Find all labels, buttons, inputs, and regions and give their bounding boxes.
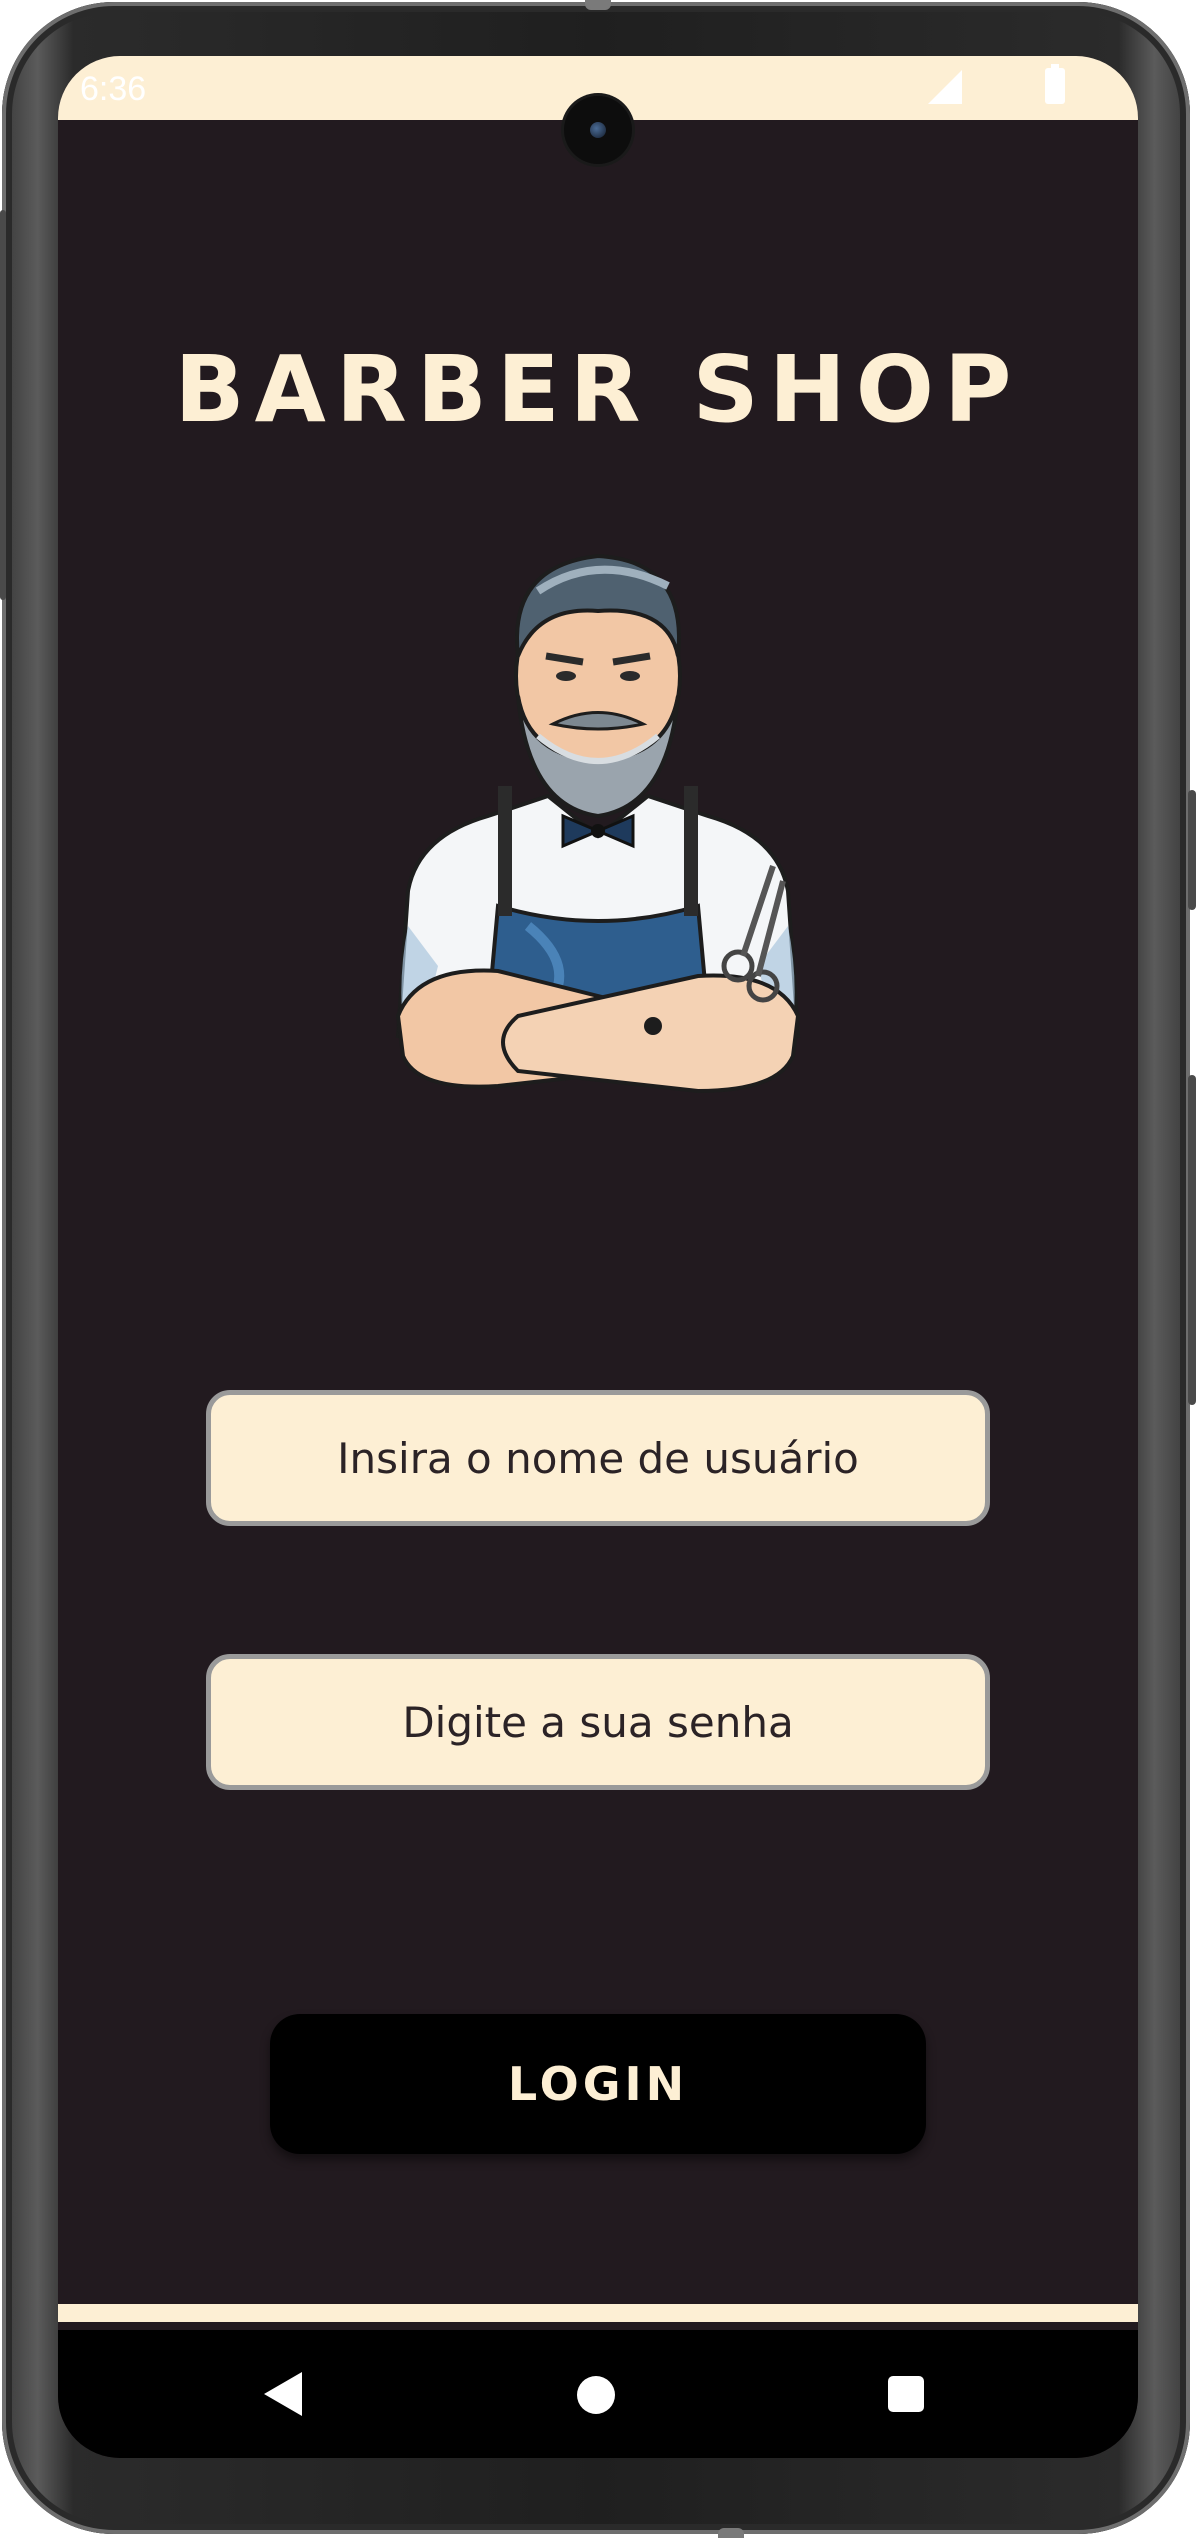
power-button: [1188, 790, 1196, 910]
recents-square-icon[interactable]: [888, 2376, 924, 2412]
screen: 6:36 BARBER SHOP Insira o nome de usuári…: [58, 56, 1138, 2458]
frame-bottom-notch: [718, 2528, 744, 2538]
front-camera: [564, 96, 632, 164]
home-circle-icon[interactable]: [577, 2376, 615, 2414]
login-button[interactable]: LOGIN: [270, 2014, 926, 2154]
back-triangle-icon[interactable]: [264, 2372, 302, 2416]
battery-icon: [1045, 64, 1065, 104]
phone-device: 6:36 BARBER SHOP Insira o nome de usuári…: [0, 0, 1200, 2541]
side-rail: [0, 210, 6, 600]
bottom-accent-strip: [58, 2304, 1138, 2322]
navigation-bar: [58, 2330, 1138, 2458]
signal-icon: [928, 70, 962, 104]
barber-illustration-icon: [395, 553, 801, 1094]
status-time: 6:36: [80, 70, 147, 108]
username-input[interactable]: Insira o nome de usuário: [206, 1390, 990, 1526]
password-input[interactable]: Digite a sua senha: [206, 1654, 990, 1790]
frame-top-notch: [585, 0, 611, 10]
app-title: BARBER SHOP: [174, 336, 1022, 443]
volume-button: [1188, 1075, 1196, 1405]
